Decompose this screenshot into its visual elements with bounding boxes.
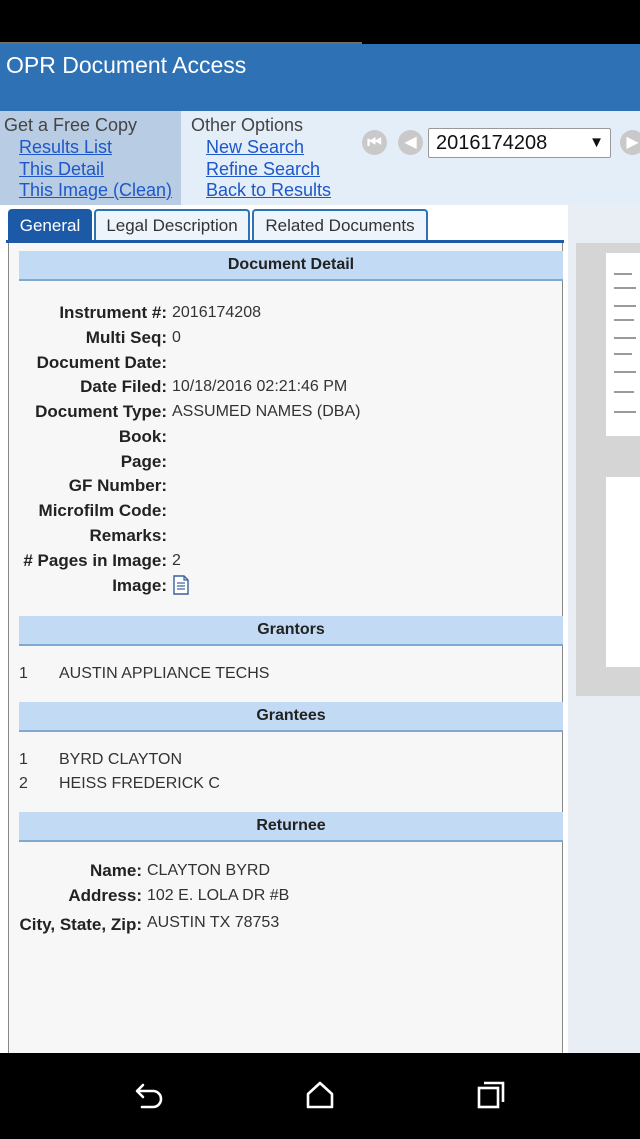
multi-seq-label: Multi Seq:	[85, 328, 167, 347]
free-copy-panel: Get a Free Copy Results List This Detail…	[0, 111, 181, 205]
refine-search-link[interactable]: Refine Search	[206, 159, 320, 180]
grantee-number: 2	[19, 775, 28, 792]
tab-bar: General Legal Description Related Docume…	[0, 205, 568, 243]
tab-legal-description[interactable]: Legal Description	[94, 209, 250, 243]
instrument-number-value: 2016174208	[172, 304, 261, 321]
home-icon[interactable]	[304, 1079, 336, 1111]
remarks-label: Remarks:	[89, 526, 168, 545]
date-filed-label: Date Filed:	[80, 377, 167, 396]
first-page-icon[interactable]: ⏮	[362, 130, 387, 155]
grantors-header: Grantors	[19, 616, 563, 646]
pages-in-image-value: 2	[172, 552, 181, 569]
tab-general[interactable]: General	[8, 209, 92, 243]
status-bar	[0, 0, 640, 44]
system-navigation-bar	[0, 1053, 640, 1139]
book-label: Book:	[118, 427, 167, 446]
microfilm-code-label: Microfilm Code:	[38, 501, 167, 520]
grantor-name: AUSTIN APPLIANCE TECHS	[59, 665, 270, 682]
document-date-label: Document Date:	[36, 353, 167, 372]
page-title: OPR Document Access	[6, 52, 247, 78]
document-type-label: Document Type:	[35, 402, 167, 421]
results-list-link[interactable]: Results List	[19, 137, 112, 158]
new-search-link[interactable]: New Search	[206, 137, 304, 158]
this-image-clean-link[interactable]: This Image (Clean)	[19, 180, 172, 201]
back-to-results-link[interactable]: Back to Results	[206, 180, 331, 201]
instrument-select[interactable]: 2016174208 ▼	[428, 128, 611, 158]
app-header: OPR Document Access	[0, 44, 640, 111]
back-icon[interactable]	[133, 1079, 165, 1111]
instrument-select-value: 2016174208	[436, 132, 548, 154]
returnee-address-label: Address:	[68, 886, 142, 905]
grantee-name: BYRD CLAYTON	[59, 751, 182, 768]
document-detail-header: Document Detail	[19, 251, 563, 281]
recents-icon[interactable]	[475, 1079, 507, 1111]
document-type-value: ASSUMED NAMES (DBA)	[172, 403, 361, 420]
returnee-header: Returnee	[19, 812, 563, 842]
page-label: Page:	[120, 452, 167, 471]
grantor-number: 1	[19, 665, 28, 682]
instrument-number-label: Instrument #:	[59, 303, 167, 322]
page-thumbnail-2[interactable]	[606, 477, 640, 667]
returnee-name-value: CLAYTON BYRD	[147, 862, 270, 879]
next-page-icon[interactable]: ▶	[620, 130, 640, 155]
prev-page-icon[interactable]: ◀	[398, 130, 423, 155]
dropdown-arrow-icon: ▼	[589, 134, 604, 151]
options-strip: Get a Free Copy Results List This Detail…	[0, 111, 640, 205]
grantee-number: 1	[19, 751, 28, 768]
free-copy-heading: Get a Free Copy	[4, 115, 138, 135]
tab-related-documents[interactable]: Related Documents	[252, 209, 428, 243]
image-label: Image:	[112, 576, 167, 595]
page-thumbnail-1[interactable]	[606, 253, 640, 436]
detail-panel: Document Detail Instrument #: 2016174208…	[8, 243, 563, 1053]
multi-seq-value: 0	[172, 329, 181, 346]
pages-in-image-label: # Pages in Image:	[23, 551, 167, 570]
other-options-heading: Other Options	[191, 115, 304, 135]
gf-number-label: GF Number:	[68, 476, 167, 495]
returnee-city-state-zip-value: AUSTIN TX 78753	[147, 914, 280, 931]
grantees-header: Grantees	[19, 702, 563, 732]
this-detail-link[interactable]: This Detail	[19, 159, 104, 180]
document-icon[interactable]	[173, 575, 189, 595]
grantee-name: HEISS FREDERICK C	[59, 775, 220, 792]
returnee-city-state-zip-label: City, State, Zip:	[19, 915, 142, 934]
date-filed-value: 10/18/2016 02:21:46 PM	[172, 378, 348, 395]
returnee-name-label: Name:	[90, 861, 142, 880]
returnee-address-value: 102 E. LOLA DR #B	[147, 887, 290, 904]
